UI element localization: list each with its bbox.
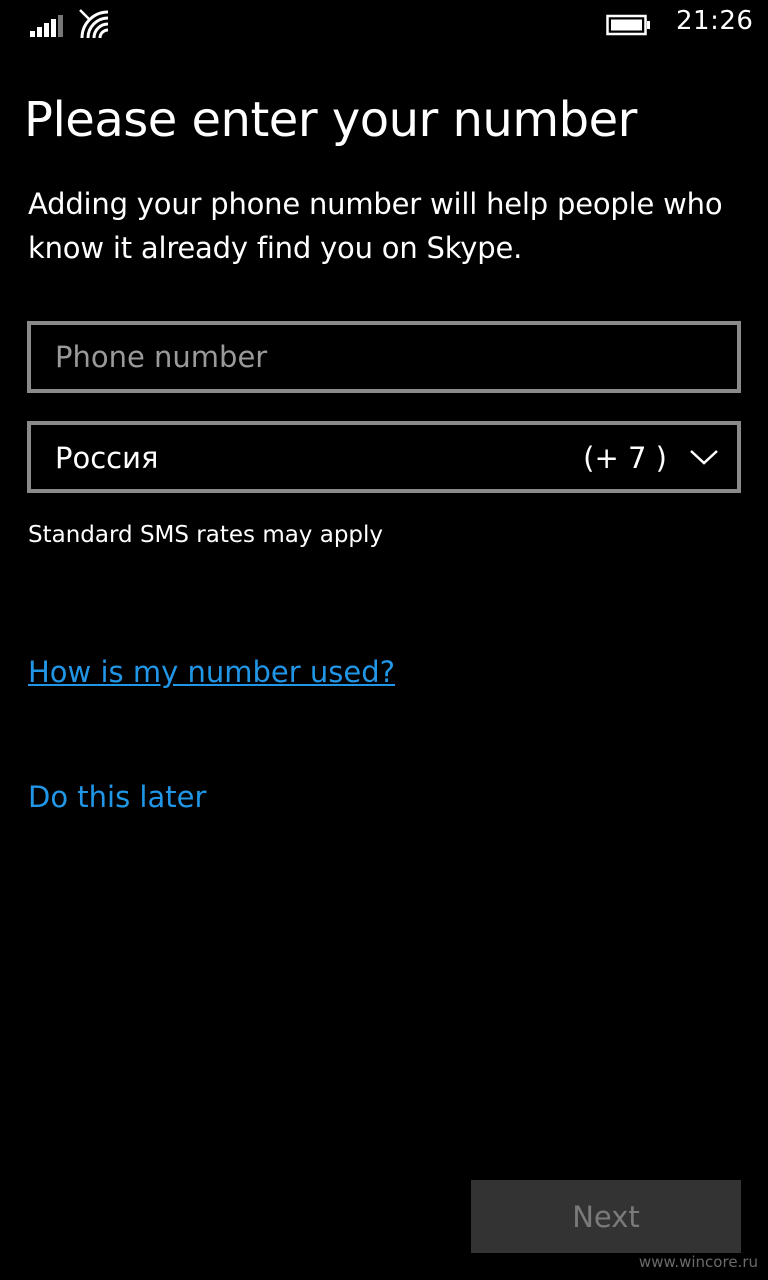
- next-button[interactable]: Next: [471, 1180, 741, 1253]
- status-bar: 21:26: [0, 0, 768, 48]
- watermark: www.wincore.ru: [638, 1253, 758, 1271]
- country-name: Россия: [55, 441, 159, 475]
- page-description: Adding your phone number will help peopl…: [28, 187, 723, 265]
- page-title: Please enter your number: [24, 92, 637, 149]
- country-code: (+ 7 ): [583, 441, 667, 475]
- how-number-used-link[interactable]: How is my number used?: [28, 655, 395, 689]
- sms-rates-note: Standard SMS rates may apply: [28, 522, 384, 548]
- phone-number-input[interactable]: [31, 325, 737, 389]
- battery-icon: [606, 14, 650, 36]
- phone-number-field[interactable]: [27, 321, 741, 393]
- country-select[interactable]: Россия (+ 7 ): [27, 421, 741, 493]
- signal-strength-icon: [30, 13, 63, 37]
- status-time: 21:26: [676, 6, 754, 36]
- do-this-later-link[interactable]: Do this later: [28, 780, 206, 814]
- wifi-icon: [79, 9, 109, 39]
- chevron-down-icon: [690, 450, 718, 465]
